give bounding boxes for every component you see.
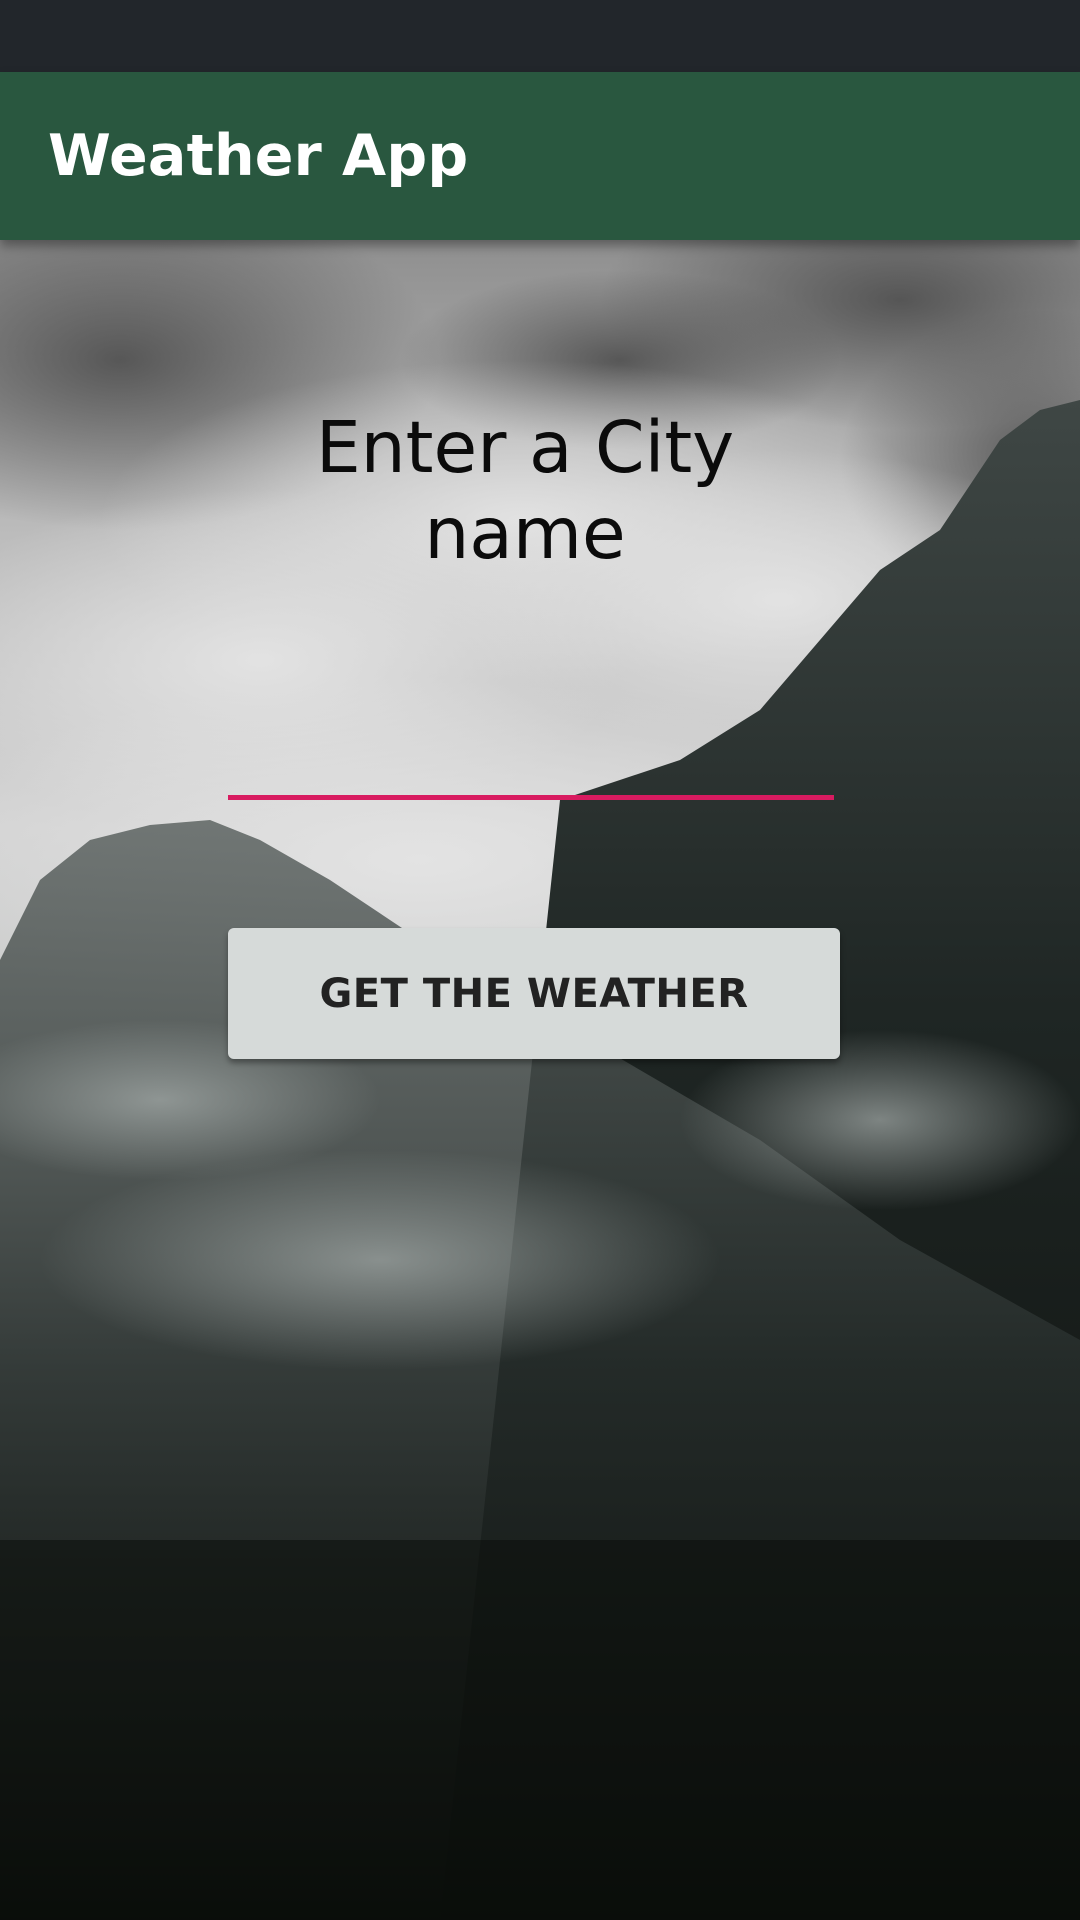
get-weather-button[interactable]: GET THE WEATHER bbox=[228, 928, 840, 1059]
city-name-input[interactable] bbox=[228, 740, 834, 800]
app-title: Weather App bbox=[48, 123, 469, 189]
page-heading: Enter a City name bbox=[0, 405, 1050, 577]
app-bar: Weather App bbox=[0, 72, 1080, 240]
heading-line-2: name bbox=[424, 492, 626, 575]
heading-line-1: Enter a City bbox=[315, 406, 735, 489]
screen: Weather App Enter a City name GET THE WE… bbox=[0, 0, 1080, 1920]
status-bar bbox=[0, 0, 1080, 72]
